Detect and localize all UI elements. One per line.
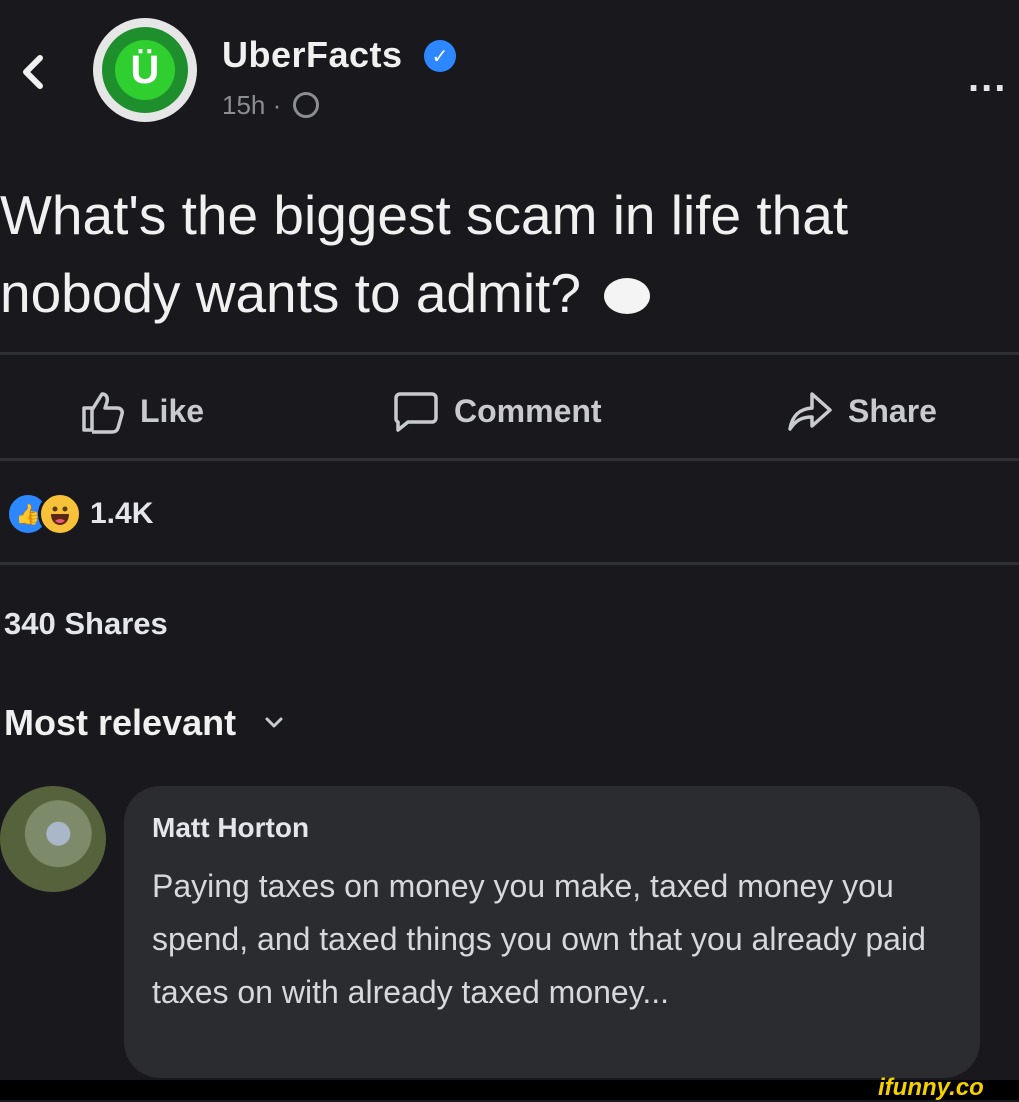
post-meta: 15h · xyxy=(222,90,319,121)
share-arrow-icon xyxy=(788,392,832,431)
verified-badge-icon: ✓ xyxy=(424,40,456,72)
back-chevron-icon[interactable] xyxy=(14,50,54,94)
like-button[interactable]: Like xyxy=(78,388,204,434)
divider-top xyxy=(0,352,1019,355)
post-text-container: What's the biggest scam in life that nob… xyxy=(0,176,1010,332)
sort-label: Most relevant xyxy=(4,702,237,743)
comment-sort-dropdown[interactable]: Most relevant xyxy=(4,702,284,744)
share-label: Share xyxy=(848,392,937,429)
watermark: ifunny.co xyxy=(878,1074,984,1101)
comment-bubble: Matt Horton Paying taxes on money you ma… xyxy=(124,786,980,1078)
chevron-down-icon xyxy=(265,717,283,728)
post-time: 15h xyxy=(222,90,266,120)
comment-icon xyxy=(394,392,438,432)
divider-reactions xyxy=(0,562,1019,565)
commenter-avatar[interactable] xyxy=(0,786,106,892)
comment-label: Comment xyxy=(454,392,602,429)
page-avatar-logo: Ü xyxy=(115,40,175,100)
more-options-button[interactable]: ... xyxy=(968,56,1007,101)
reactions-summary[interactable]: 👍 1.4K xyxy=(6,492,153,536)
reaction-count: 1.4K xyxy=(90,497,154,530)
share-button[interactable]: Share xyxy=(786,388,937,434)
comment-author[interactable]: Matt Horton xyxy=(152,812,309,844)
shares-count[interactable]: 340 Shares xyxy=(4,606,168,642)
like-thumb-icon xyxy=(82,392,124,434)
divider-actions xyxy=(0,458,1019,461)
thought-bubble-emoji-icon xyxy=(604,278,651,314)
comment-text: Paying taxes on money you make, taxed mo… xyxy=(152,868,926,1010)
page-name[interactable]: UberFacts xyxy=(222,34,403,76)
meta-separator: · xyxy=(272,90,282,120)
haha-reaction-icon xyxy=(38,492,82,536)
bottom-bar xyxy=(0,1080,1019,1100)
like-label: Like xyxy=(140,392,205,429)
comment-button[interactable]: Comment xyxy=(392,388,602,434)
globe-icon xyxy=(292,92,319,118)
page-avatar[interactable]: Ü xyxy=(93,18,197,122)
post-text: What's the biggest scam in life that nob… xyxy=(0,184,849,324)
